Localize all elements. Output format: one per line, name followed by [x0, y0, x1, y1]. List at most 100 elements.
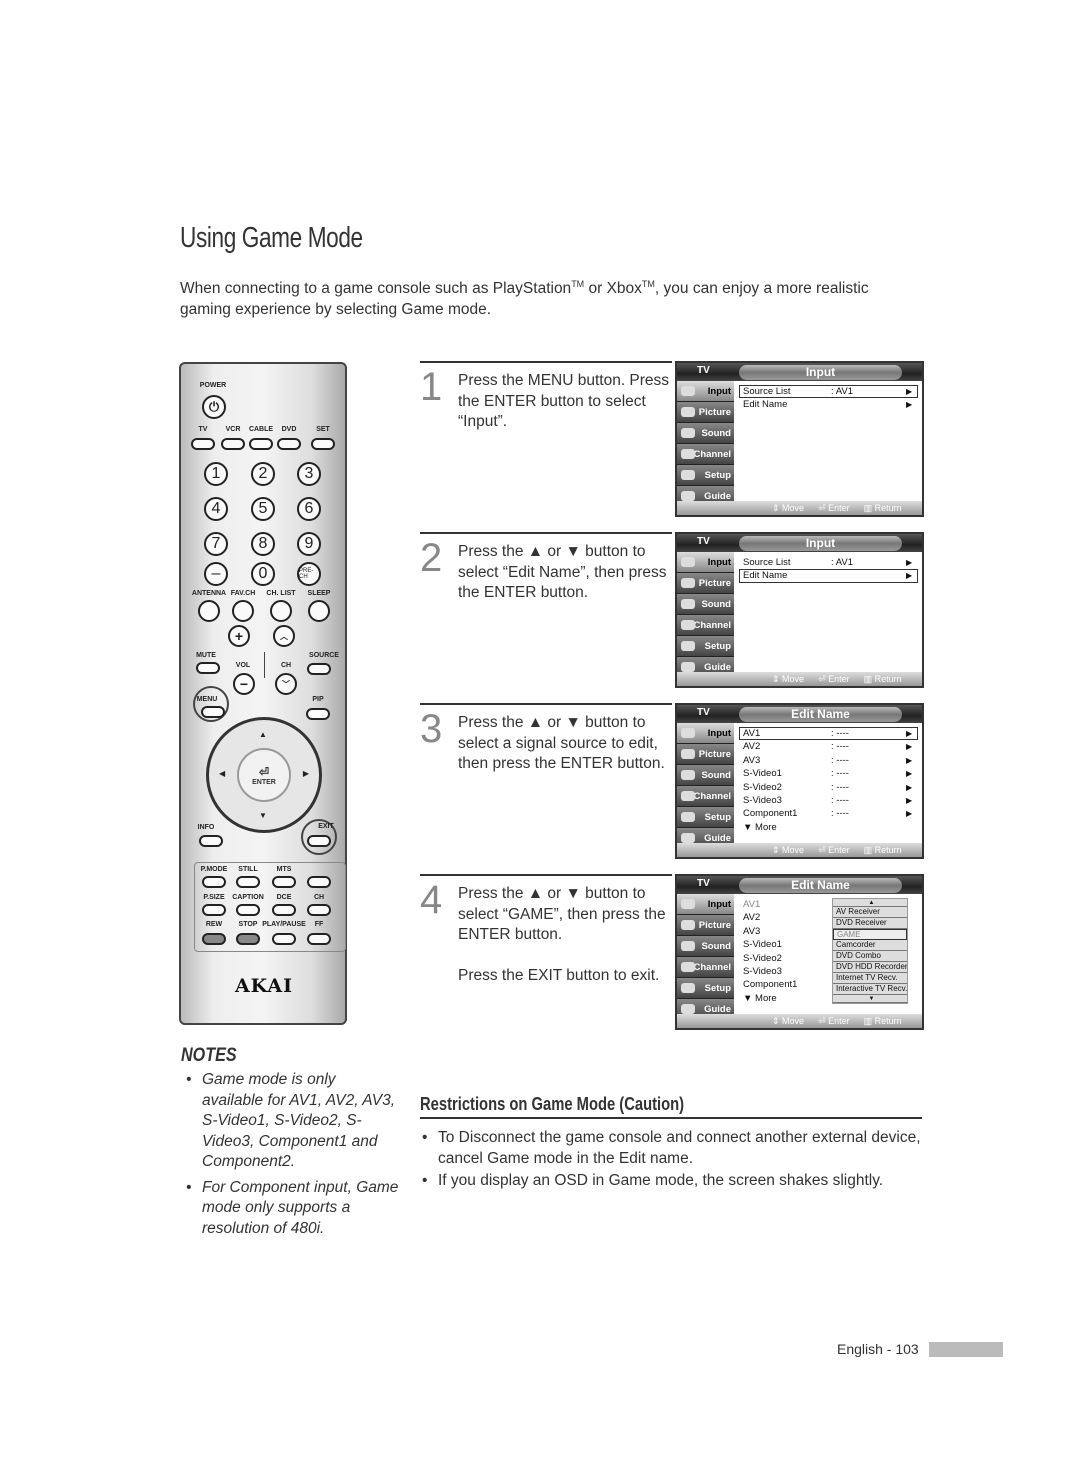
step-instructions: Press the ▲ or ▼ button to select “GAME”…: [458, 884, 672, 986]
number-button: 5: [251, 497, 275, 521]
hint-label: Move: [782, 844, 805, 855]
move-icon: ⇕: [772, 502, 783, 513]
name-option: DVD HDD Recorder: [833, 962, 907, 973]
volume-up-button: +: [228, 625, 250, 647]
step-text: Press the ▲ or ▼ button to select a sign…: [458, 714, 665, 772]
input-icon: [681, 728, 695, 738]
tv-menu-screen: TV Edit Name Input Picture Sound Channel Setup…: [675, 874, 924, 1030]
menu-row-value: : ----: [831, 808, 849, 820]
tv-menu-item-label: Picture: [698, 920, 731, 931]
remote-label: VOL: [235, 662, 251, 669]
exit-key: [307, 835, 331, 847]
menu-row-label: AV1: [743, 728, 761, 739]
guide-icon: [681, 662, 695, 672]
remote-label: DCE: [276, 894, 292, 901]
channel-icon: [681, 791, 695, 801]
number-button: 0: [251, 562, 275, 586]
remote-label: FAV.CH: [230, 590, 256, 597]
restriction-item: If you display an OSD in Game mode, the …: [422, 1171, 932, 1192]
tv-label: TV: [697, 878, 710, 889]
arrow-right-icon: ▶: [906, 387, 913, 396]
menu-row: AV2: ---- ▶: [739, 740, 918, 753]
remote-button: [202, 904, 226, 916]
remote-label: PLAY/PAUSE: [262, 921, 306, 928]
menu-row-label: ▼ More: [743, 821, 777, 833]
function-button: [308, 600, 330, 622]
tv-menu-title: Edit Name: [739, 878, 902, 893]
menu-row: S-Video3: ---- ▶: [739, 794, 918, 807]
hint-label: Return: [874, 844, 902, 855]
pip-button: [306, 708, 330, 720]
remote-button: [307, 933, 331, 945]
remote-button: [236, 904, 260, 916]
enter-icon: ⏎: [818, 1015, 829, 1026]
remote-button: [307, 904, 331, 916]
guide-icon: [681, 1004, 695, 1014]
name-option: AV Receiver: [833, 907, 907, 918]
picture-icon: [681, 749, 695, 759]
enter-button: ⏎ ENTER: [237, 748, 291, 802]
remote-label: INFO: [197, 824, 215, 831]
remote-label: EXIT: [318, 823, 334, 830]
source-mode-button: [249, 438, 273, 450]
remote-label: VCR: [225, 426, 241, 433]
tv-menu-item-picture: Picture: [677, 402, 734, 423]
step-number: 2: [420, 536, 443, 580]
tv-menu-item-label: Setup: [704, 812, 731, 823]
menu-key: [201, 706, 225, 718]
step-number: 3: [420, 707, 443, 751]
remote-label: CABLE: [248, 426, 274, 433]
sound-icon: [681, 599, 695, 609]
return-icon: ▥: [863, 844, 875, 855]
name-option: DVD Receiver: [833, 918, 907, 929]
name-option: Interactive TV Recv.: [833, 984, 907, 995]
menu-row-value: : ----: [831, 728, 849, 739]
setup-icon: [681, 641, 695, 651]
number-button: 9: [297, 532, 321, 556]
picture-icon: [681, 407, 695, 417]
step-instructions: Press the MENU button. Press the ENTER b…: [458, 371, 672, 433]
tv-menu-item-setup: Setup: [677, 636, 734, 657]
trademark: TM: [571, 279, 585, 289]
menu-row-label: Component1: [743, 979, 798, 991]
trademark: TM: [641, 279, 655, 289]
remote-button: [272, 933, 296, 945]
tv-menu-item-input: Input: [677, 381, 734, 402]
step-instructions: Press the ▲ or ▼ button to select a sign…: [458, 713, 672, 775]
tv-menu-item-setup: Setup: [677, 978, 734, 999]
tv-menu-item-label: Channel: [693, 620, 731, 631]
remote-button: [307, 876, 331, 888]
source-mode-button: [277, 438, 301, 450]
enter-hint: ⏎ Enter: [818, 1016, 850, 1027]
number-button: PRE-CH: [297, 562, 321, 586]
restriction-item: To Disconnect the game console and conne…: [422, 1128, 932, 1169]
tv-label: TV: [697, 365, 710, 376]
menu-row: AV3: ---- ▶: [739, 754, 918, 767]
menu-row-value: : ----: [831, 781, 849, 793]
return-icon: ▥: [863, 1015, 875, 1026]
tv-menu-item-label: Input: [707, 386, 731, 397]
step-number: 4: [420, 878, 443, 922]
menu-row: Edit Name ▶: [739, 398, 918, 411]
source-mode-button: [221, 438, 245, 450]
tv-menu-header: TV Input: [677, 363, 922, 381]
enter-label: ENTER: [252, 778, 276, 786]
menu-row-label: AV1: [743, 899, 761, 910]
step-2: 2 Press the ▲ or ▼ button to select “Edit…: [420, 532, 672, 682]
tv-menu-item-picture: Picture: [677, 573, 734, 594]
tv-menu-item-label: Input: [707, 728, 731, 739]
channel-up-button: ︿: [273, 625, 295, 647]
input-icon: [681, 557, 695, 567]
tv-menu-screen: TV Input Input Picture Sound Channel Setup Guid…: [675, 532, 924, 688]
tv-menu-item-sound: Sound: [677, 594, 734, 615]
source-mode-button: [191, 438, 215, 450]
menu-row-label: AV3: [743, 754, 761, 766]
volume-down-button: −: [233, 673, 255, 695]
remote-label: POWER: [199, 382, 227, 389]
remote-label: ANTENNA: [191, 590, 227, 597]
menu-row-value: : ----: [831, 754, 849, 766]
intro-text: or Xbox: [584, 280, 642, 298]
remote-label: SOURCE: [309, 652, 339, 659]
setup-icon: [681, 470, 695, 480]
name-option: DVD Combo: [833, 951, 907, 962]
